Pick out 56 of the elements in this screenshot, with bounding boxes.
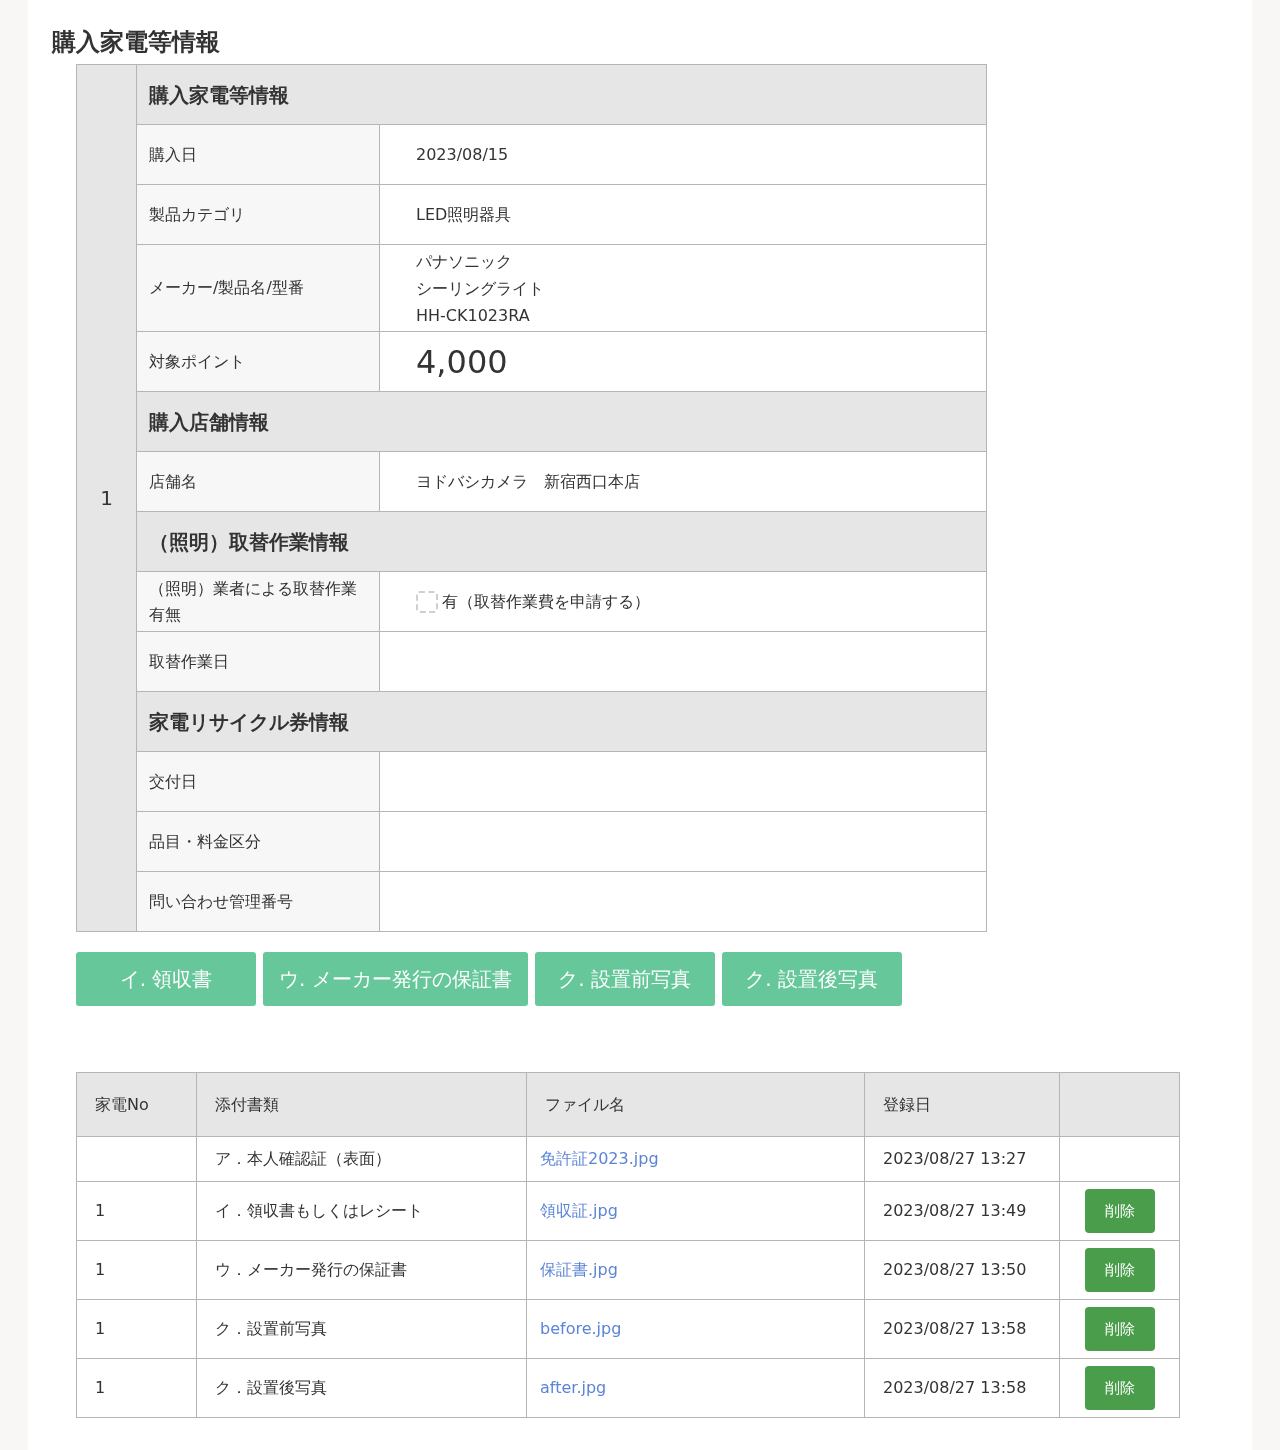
section-heading: （照明）取替作業情報: [136, 511, 987, 572]
delete-button[interactable]: 削除: [1084, 1307, 1155, 1351]
field-value: HH-CK1023RA: [416, 304, 531, 327]
table-cell: 2023/08/27 13:50: [864, 1240, 1060, 1300]
field-value: ヨドバシカメラ 新宿西口本店: [416, 471, 640, 491]
field-label: （照明）業者による取替作業有無: [149, 578, 357, 624]
table-cell: 2023/08/27 13:27: [864, 1136, 1060, 1182]
delete-button[interactable]: 削除: [1084, 1189, 1155, 1233]
table-cell: 2023/08/27 13:58: [864, 1358, 1060, 1418]
field-label: 店舗名: [149, 471, 197, 491]
column-header: 添付書類: [196, 1072, 527, 1137]
field-label: 交付日: [149, 771, 197, 791]
table-cell: 2023/08/27 13:49: [864, 1181, 1060, 1241]
file-link[interactable]: before.jpg: [540, 1319, 622, 1338]
table-cell: ク．設置後写真: [196, 1358, 527, 1418]
file-link[interactable]: after.jpg: [540, 1378, 607, 1397]
field-label: 品目・料金区分: [149, 831, 261, 851]
checkbox[interactable]: [416, 590, 438, 613]
section-heading: 購入店舗情報: [136, 391, 987, 452]
field-value: LED照明器具: [416, 204, 512, 224]
file-link[interactable]: 免許証2023.jpg: [540, 1149, 659, 1168]
upload-button[interactable]: ク. 設置後写真: [721, 952, 902, 1006]
field-label: 取替作業日: [149, 651, 229, 671]
column-header: 家電No: [76, 1072, 197, 1137]
section-heading: 購入家電等情報: [136, 64, 987, 125]
upload-button[interactable]: ク. 設置前写真: [534, 952, 715, 1006]
field-label: メーカー/製品名/型番: [149, 278, 304, 297]
file-link[interactable]: 領収証.jpg: [540, 1201, 618, 1220]
column-header: 登録日: [864, 1072, 1060, 1137]
points-value: 4,000: [416, 342, 508, 381]
checkbox-label: 有（取替作業費を申請する）: [442, 590, 650, 613]
field-value: パナソニック: [416, 250, 513, 273]
column-header: ファイル名: [526, 1072, 865, 1137]
field-label: 対象ポイント: [149, 351, 245, 371]
table-cell: ア．本人確認証（表面）: [196, 1136, 527, 1182]
upload-button[interactable]: イ. 領収書: [76, 952, 256, 1006]
table-cell: 1: [76, 1240, 197, 1300]
table-cell: ウ．メーカー発行の保証書: [196, 1240, 527, 1300]
upload-button[interactable]: ウ. メーカー発行の保証書: [263, 952, 528, 1006]
delete-button[interactable]: 削除: [1084, 1248, 1155, 1292]
item-number: 1: [76, 64, 137, 932]
table-cell: 2023/08/27 13:58: [864, 1299, 1060, 1359]
table-cell: 1: [76, 1181, 197, 1241]
table-cell: 1: [76, 1299, 197, 1359]
table-cell: 1: [76, 1358, 197, 1418]
table-cell: イ．領収書もしくはレシート: [196, 1181, 527, 1241]
table-cell: ク．設置前写真: [196, 1299, 527, 1359]
field-label: 購入日: [149, 144, 197, 164]
field-label: 問い合わせ管理番号: [149, 891, 293, 911]
delete-button[interactable]: 削除: [1084, 1366, 1155, 1410]
field-value: 2023/08/15: [416, 144, 509, 164]
page-title: 購入家電等情報: [52, 27, 221, 58]
section-heading: 家電リサイクル券情報: [136, 691, 987, 752]
file-link[interactable]: 保証書.jpg: [540, 1260, 618, 1279]
field-label: 製品カテゴリ: [149, 204, 245, 224]
field-value: シーリングライト: [416, 277, 545, 300]
